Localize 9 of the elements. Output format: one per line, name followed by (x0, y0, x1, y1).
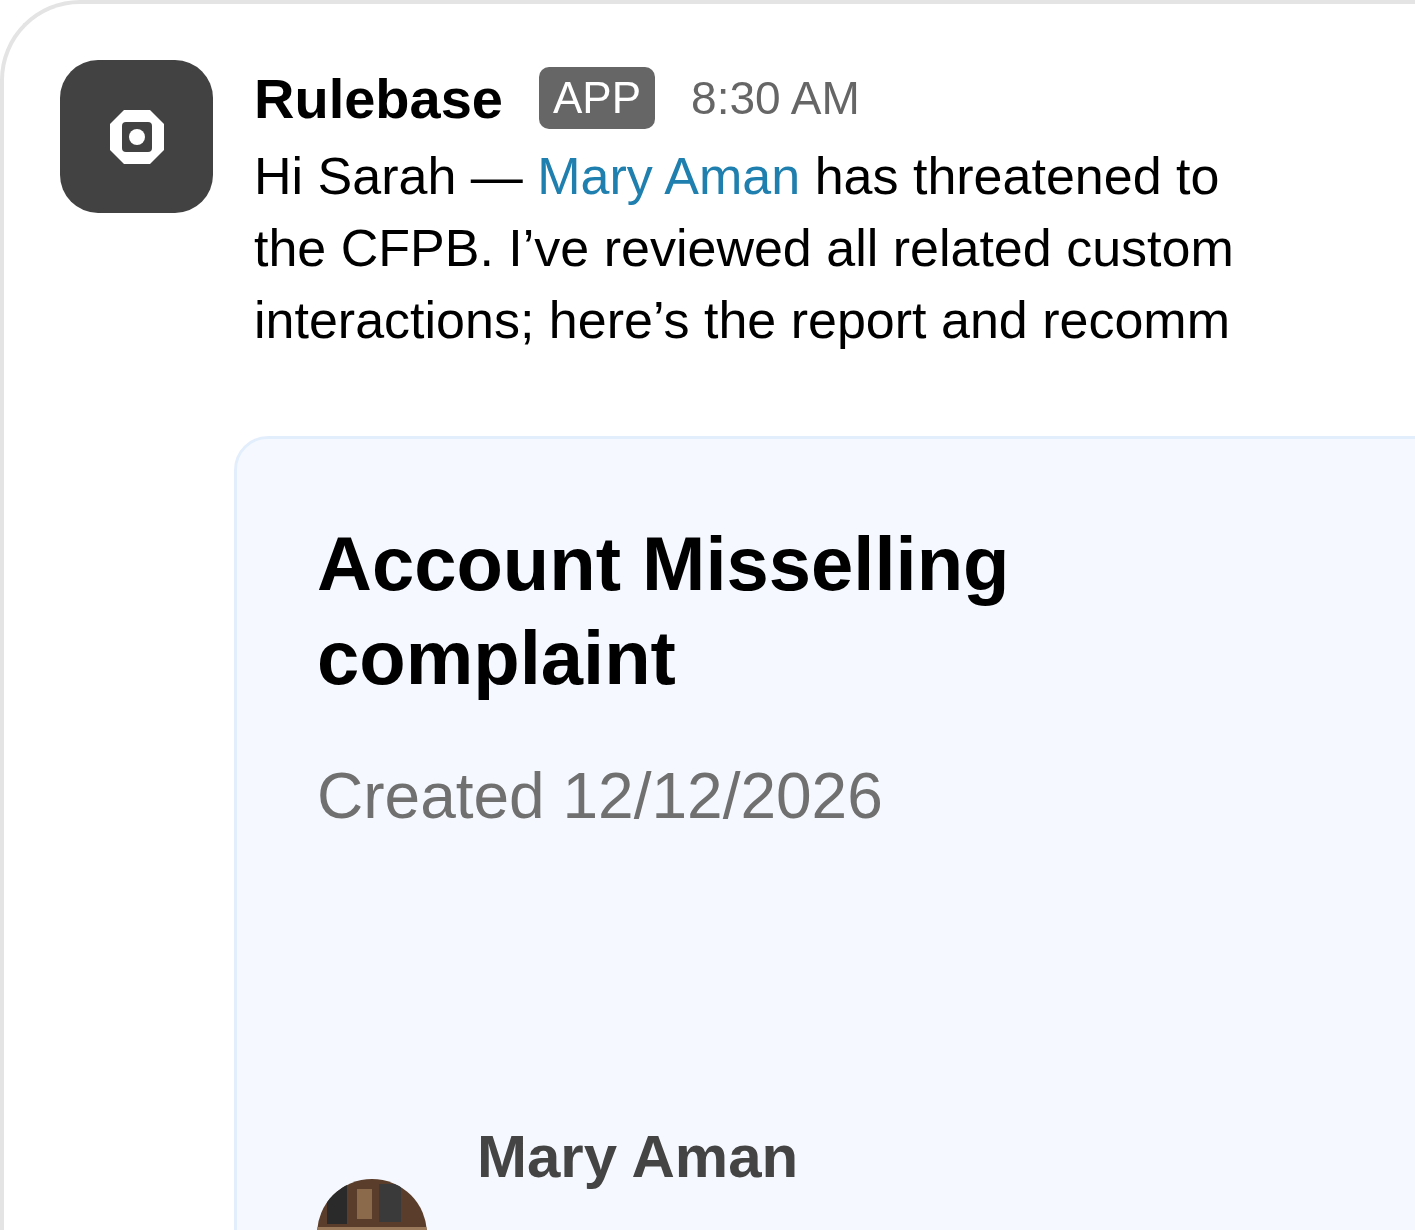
case-title: Account Misselling complaint (317, 520, 1011, 703)
message-text: Hi Sarah — Mary Aman has threatened to the CFPB. I’ve reviewed all related custom interactions; here’s the report and recomm (254, 146, 1235, 352)
app-name[interactable]: Rulebase (254, 65, 503, 131)
customer-name: Mary Aman (477, 1125, 799, 1190)
created-date: Created 12/12/2026 (317, 759, 884, 834)
mention-link[interactable]: Mary Aman (537, 147, 801, 206)
app-badge: APP (539, 67, 656, 130)
logo-icon (107, 107, 166, 166)
message-time[interactable]: 8:30 AM (691, 71, 860, 126)
